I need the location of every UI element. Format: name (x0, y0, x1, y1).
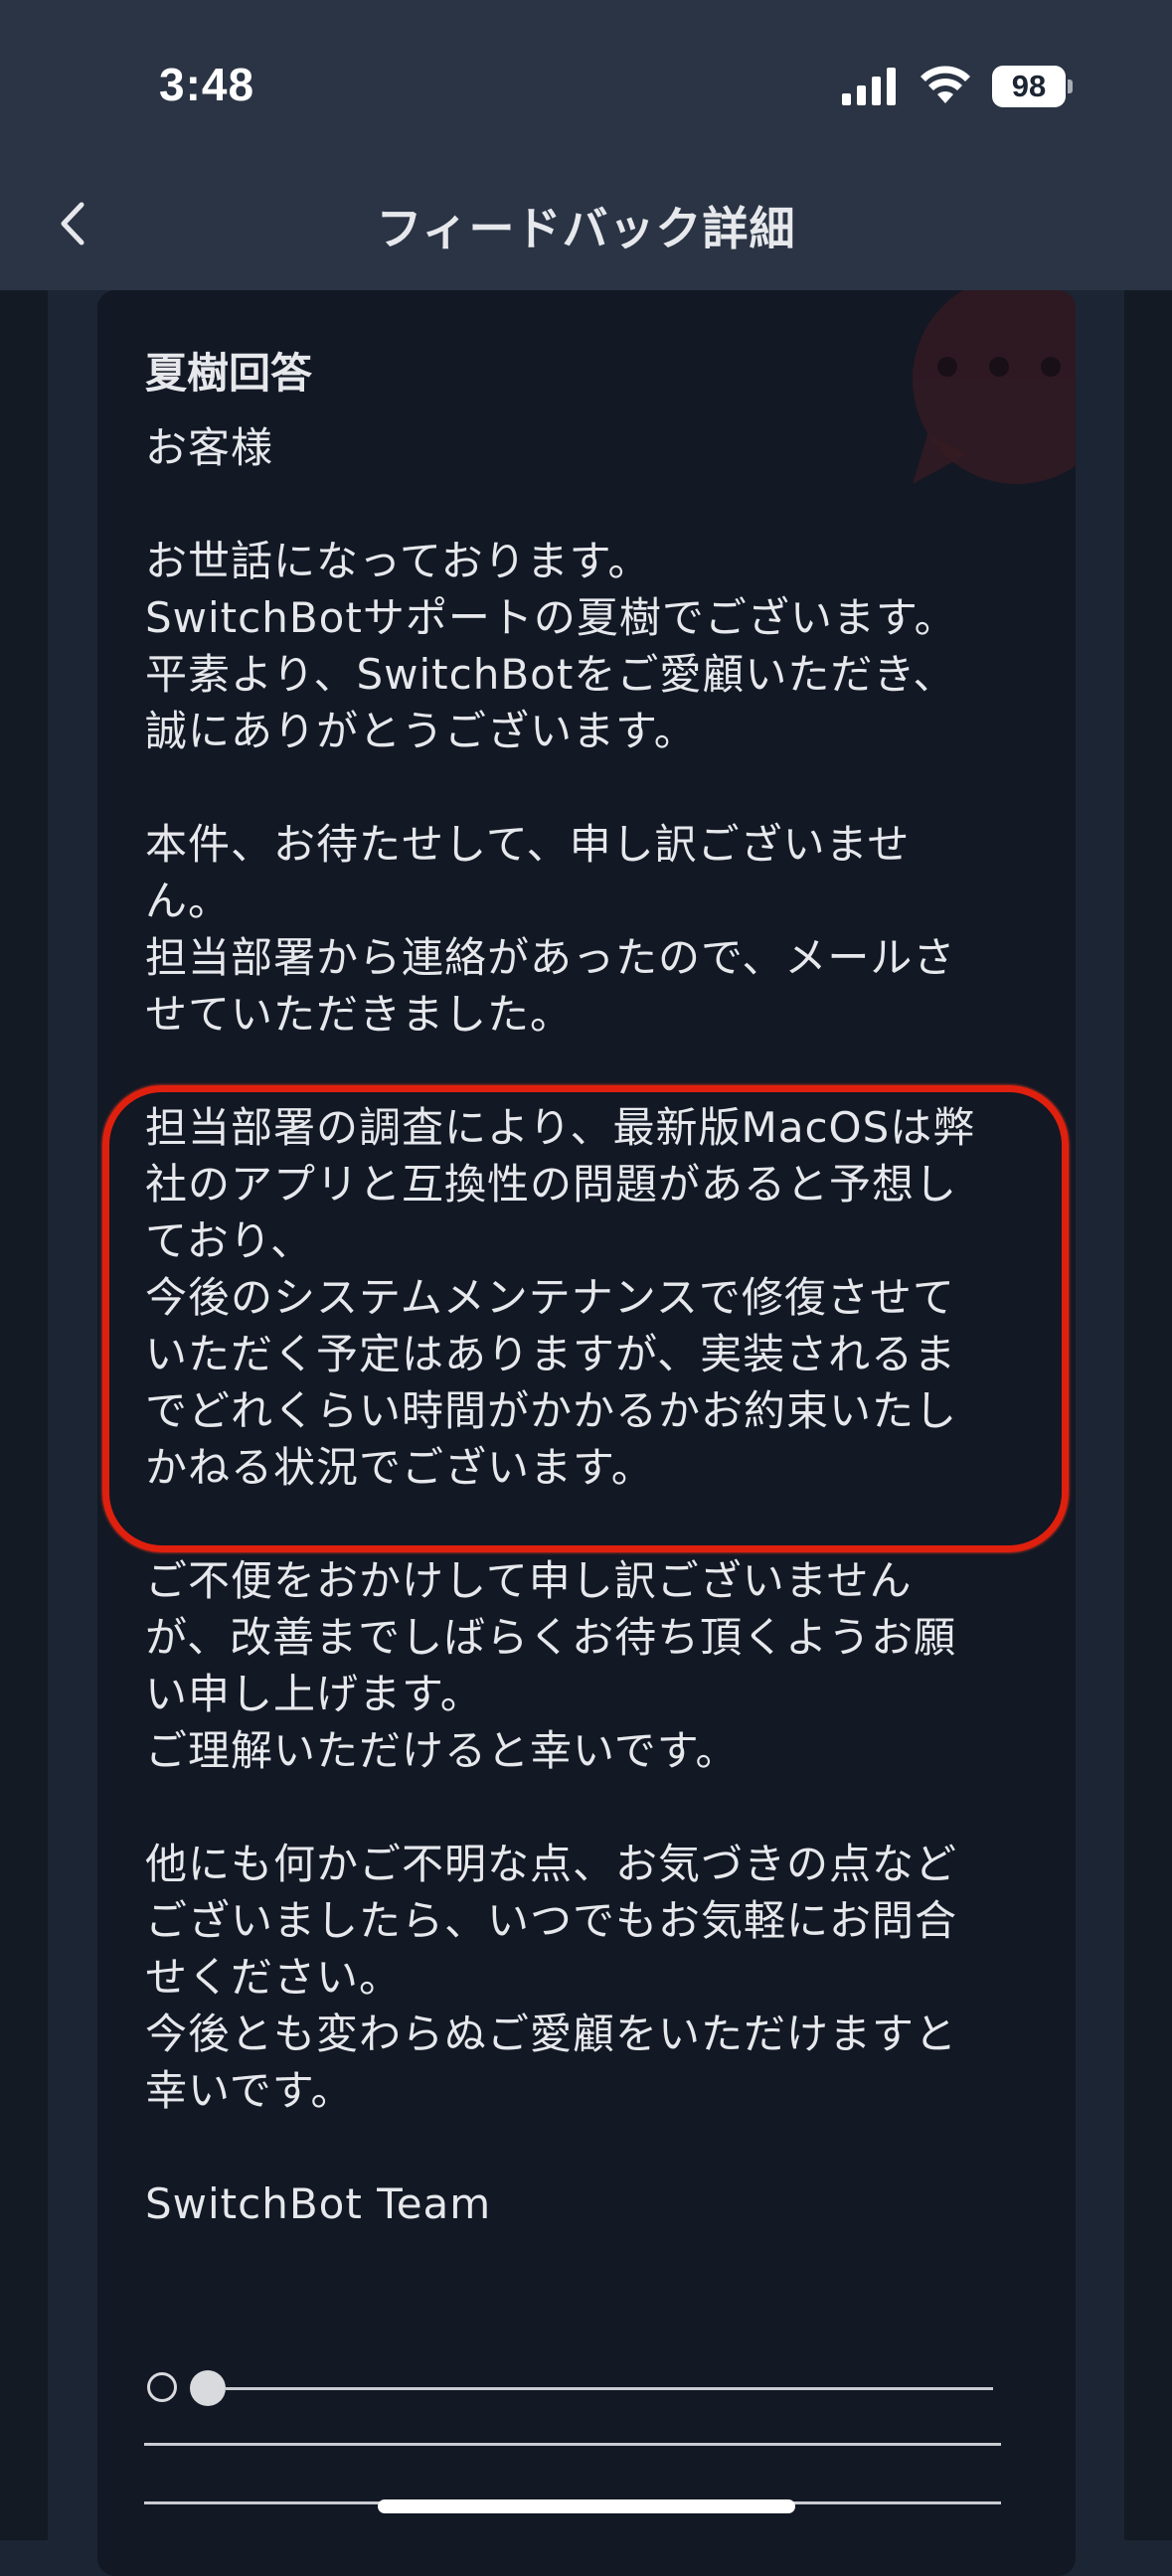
filled-circle (190, 2370, 226, 2406)
battery-level: 98 (992, 66, 1066, 107)
status-time: 3:48 (159, 59, 255, 110)
message-signature: SwitchBot Team (145, 2179, 492, 2228)
left-gutter (0, 290, 48, 2540)
message-paragraph: お世話になっております。 SwitchBotサポートの夏樹でございます。 平素よ… (145, 537, 957, 755)
reply-author-title: 夏樹回答 (145, 349, 313, 398)
divider-line (144, 2443, 1001, 2446)
battery-nub (1068, 80, 1073, 93)
message-greeting: お客様 (145, 423, 274, 472)
message-paragraph: 他にも何かご不明な点、お気づきの点など ございましたら、いつでもお気軽にお問合 … (145, 1840, 958, 2115)
page-title: フィードバック詳細 (376, 202, 796, 255)
highlight-annotation (102, 1085, 1069, 1552)
divider-line (226, 2387, 993, 2390)
home-indicator[interactable] (378, 2499, 795, 2513)
right-gutter (1124, 290, 1172, 2540)
header: 3:48 98 フィードバック詳細 (0, 0, 1172, 290)
battery-icon: 98 (992, 66, 1073, 107)
message-paragraph: 本件、お待たせして、申し訳ございませ ん。 担当部署から連絡があったので、メール… (145, 820, 956, 1039)
outline-circle (147, 2372, 177, 2402)
signal-icon (842, 68, 896, 105)
message-paragraph: ご不便をおかけして申し訳ございません が、改善までしばらくお待ち頂くようお願 い… (145, 1556, 957, 1775)
wifi-icon (921, 66, 970, 103)
